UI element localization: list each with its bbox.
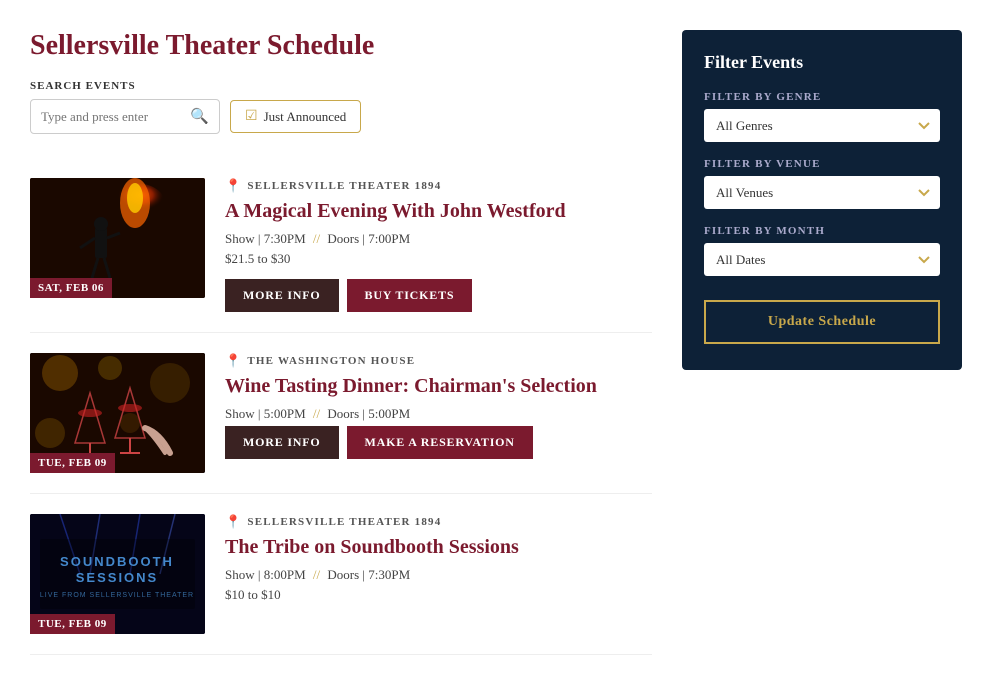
filter-panel: Filter Events FILTER BY GENRE All Genres… — [682, 30, 962, 370]
just-announced-button[interactable]: ☑ Just Announced — [230, 100, 361, 133]
search-icon: 🔍 — [190, 107, 209, 126]
event-buttons: MORE INFO MAKE A RESERVATION — [225, 426, 652, 459]
page-title: Sellersville Theater Schedule — [30, 30, 652, 62]
buy-tickets-button[interactable]: BUY TICKETS — [347, 279, 473, 312]
time-separator: // — [313, 567, 320, 582]
filter-month-section: FILTER BY MONTH All Dates January Februa… — [704, 225, 940, 276]
sidebar: Filter Events FILTER BY GENRE All Genres… — [682, 30, 962, 655]
event-info: 📍 SELLERSVILLE THEATER 1894 The Tribe on… — [225, 514, 652, 615]
badge-icon: ☑ — [245, 108, 258, 125]
event-date-badge: SAT, FEB 06 — [30, 278, 112, 298]
filter-venue-label: FILTER BY VENUE — [704, 158, 940, 170]
event-image-wrap: TUE, FEB 09 — [30, 353, 205, 473]
event-title: The Tribe on Soundbooth Sessions — [225, 535, 652, 559]
event-venue: 📍 THE WASHINGTON HOUSE — [225, 353, 652, 369]
more-info-button[interactable]: MORE INFO — [225, 426, 339, 459]
event-image-wrap: SOUNDBOOTH SESSIONS LIVE FROM SELLERSVIL… — [30, 514, 205, 634]
event-title: Wine Tasting Dinner: Chairman's Selectio… — [225, 374, 652, 398]
venue-pin-icon: 📍 — [225, 514, 242, 530]
filter-genre-section: FILTER BY GENRE All Genres Rock Jazz Cla… — [704, 91, 940, 142]
venue-pin-icon: 📍 — [225, 353, 242, 369]
month-select[interactable]: All Dates January February March April M… — [704, 243, 940, 276]
event-item: TUE, FEB 09 📍 THE WASHINGTON HOUSE Wine … — [30, 333, 652, 494]
tag-label: Just Announced — [264, 109, 347, 125]
event-venue: 📍 SELLERSVILLE THEATER 1894 — [225, 514, 652, 530]
search-row: 🔍 ☑ Just Announced — [30, 99, 652, 134]
filter-venue-section: FILTER BY VENUE All Venues Sellersville … — [704, 158, 940, 209]
event-info: 📍 THE WASHINGTON HOUSE Wine Tasting Dinn… — [225, 353, 652, 459]
event-date-badge: TUE, FEB 09 — [30, 453, 115, 473]
search-input[interactable] — [41, 109, 186, 125]
event-price: $10 to $10 — [225, 587, 652, 603]
event-times: Show | 8:00PM // Doors | 7:30PM — [225, 567, 652, 583]
time-separator: // — [313, 231, 320, 246]
main-content: Sellersville Theater Schedule SEARCH EVE… — [30, 30, 652, 655]
event-times: Show | 5:00PM // Doors | 5:00PM — [225, 406, 652, 422]
filter-genre-label: FILTER BY GENRE — [704, 91, 940, 103]
make-reservation-button[interactable]: MAKE A RESERVATION — [347, 426, 533, 459]
event-venue: 📍 SELLERSVILLE THEATER 1894 — [225, 178, 652, 194]
event-date-badge: TUE, FEB 09 — [30, 614, 115, 634]
event-image-wrap: SAT, FEB 06 — [30, 178, 205, 298]
search-label: SEARCH EVENTS — [30, 80, 652, 92]
svg-text:SOUNDBOOTH: SOUNDBOOTH — [60, 554, 174, 569]
search-box[interactable]: 🔍 — [30, 99, 220, 134]
event-times: Show | 7:30PM // Doors | 7:00PM — [225, 231, 652, 247]
filter-month-label: FILTER BY MONTH — [704, 225, 940, 237]
venue-pin-icon: 📍 — [225, 178, 242, 194]
time-separator: // — [313, 406, 320, 421]
svg-text:LIVE FROM SELLERSVILLE THEATER: LIVE FROM SELLERSVILLE THEATER — [40, 592, 194, 599]
genre-select[interactable]: All Genres Rock Jazz Classical Comedy Bl… — [704, 109, 940, 142]
update-schedule-button[interactable]: Update Schedule — [704, 300, 940, 344]
event-info: 📍 SELLERSVILLE THEATER 1894 A Magical Ev… — [225, 178, 652, 312]
event-buttons: MORE INFO BUY TICKETS — [225, 279, 652, 312]
venue-select[interactable]: All Venues Sellersville Theater 1894 The… — [704, 176, 940, 209]
event-item: SOUNDBOOTH SESSIONS LIVE FROM SELLERSVIL… — [30, 494, 652, 655]
event-price: $21.5 to $30 — [225, 251, 652, 267]
events-list: SAT, FEB 06 📍 SELLERSVILLE THEATER 1894 … — [30, 158, 652, 655]
page-container: Sellersville Theater Schedule SEARCH EVE… — [0, 0, 992, 685]
more-info-button[interactable]: MORE INFO — [225, 279, 339, 312]
svg-text:SESSIONS: SESSIONS — [76, 570, 158, 585]
event-title: A Magical Evening With John Westford — [225, 199, 652, 223]
event-item: SAT, FEB 06 📍 SELLERSVILLE THEATER 1894 … — [30, 158, 652, 333]
filter-panel-title: Filter Events — [704, 52, 940, 73]
